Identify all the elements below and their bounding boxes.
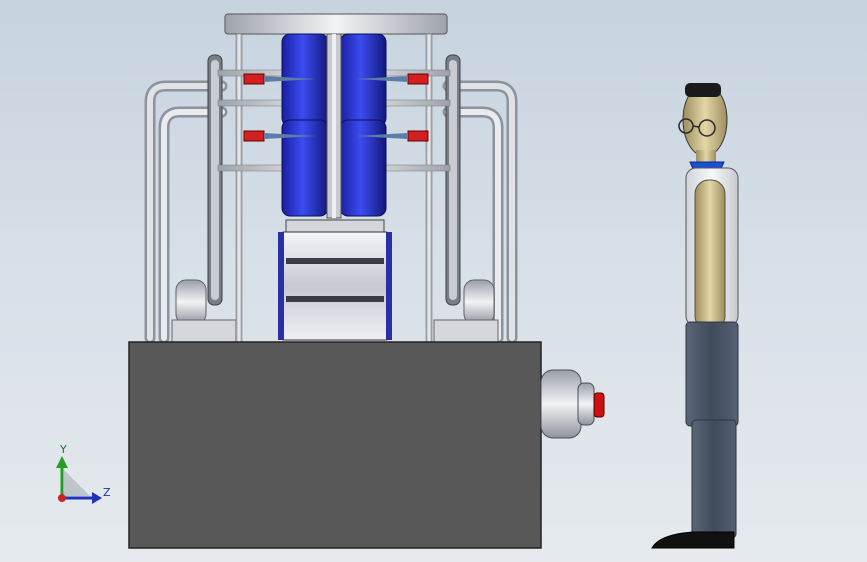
magnet-left-lower — [281, 119, 329, 217]
axis-z-label: Z — [103, 486, 111, 499]
axis-y-label: Y — [60, 443, 67, 456]
cad-viewport[interactable]: Y Z — [0, 0, 867, 562]
right-frame[interactable] — [425, 33, 499, 343]
left-frame[interactable] — [171, 33, 243, 343]
center-drum[interactable] — [278, 219, 392, 341]
base-box[interactable] — [128, 341, 542, 549]
magnet-right-lower — [339, 119, 387, 217]
axis-triad-icon — [56, 456, 102, 504]
human-mannequin[interactable] — [651, 83, 739, 549]
machine-assembly[interactable] — [128, 13, 605, 549]
side-knob[interactable] — [540, 369, 605, 439]
red-button[interactable] — [593, 392, 605, 418]
magnet-discs[interactable] — [281, 33, 387, 219]
model-scene[interactable] — [0, 0, 867, 562]
top-plate[interactable] — [224, 13, 448, 35]
